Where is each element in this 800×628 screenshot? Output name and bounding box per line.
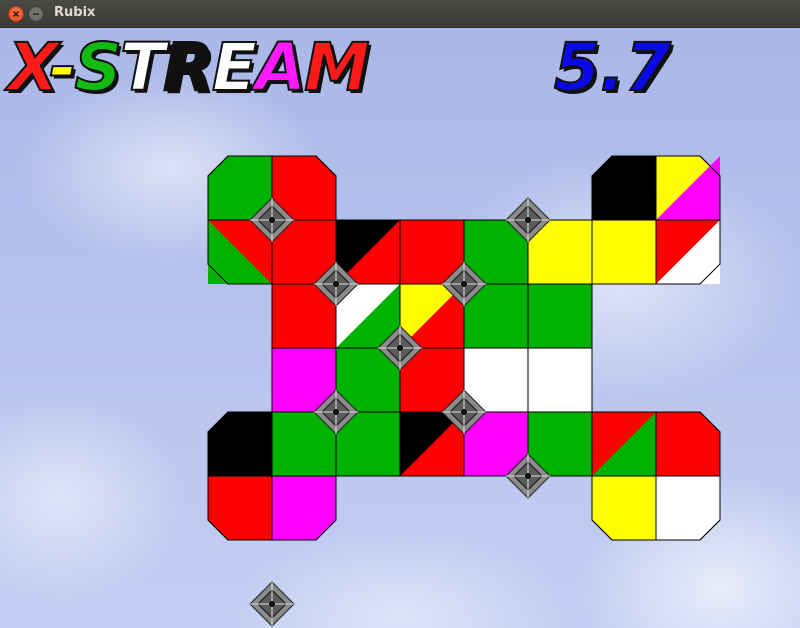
board-tile[interactable] xyxy=(591,155,657,221)
board-tile[interactable] xyxy=(527,347,593,413)
board-tile[interactable] xyxy=(527,283,593,349)
board-tile[interactable] xyxy=(207,475,273,541)
close-button[interactable] xyxy=(8,6,24,22)
board-tile[interactable] xyxy=(655,475,721,541)
app-window: Rubix X-STREAM 5.7 xyxy=(0,0,800,628)
game-canvas: X-STREAM 5.7 xyxy=(0,28,800,628)
puzzle-board[interactable] xyxy=(0,28,800,628)
rotate-knob[interactable] xyxy=(249,581,295,627)
minimize-button[interactable] xyxy=(28,6,44,22)
board-tile[interactable] xyxy=(655,411,721,477)
board-tile[interactable] xyxy=(591,475,657,541)
board-tile[interactable] xyxy=(591,219,657,285)
window-title: Rubix xyxy=(54,5,96,20)
minimize-icon xyxy=(33,13,39,15)
title-bar[interactable]: Rubix xyxy=(0,0,800,28)
board-tile[interactable] xyxy=(207,411,273,477)
close-icon xyxy=(12,10,20,18)
board-tile[interactable] xyxy=(271,475,337,541)
